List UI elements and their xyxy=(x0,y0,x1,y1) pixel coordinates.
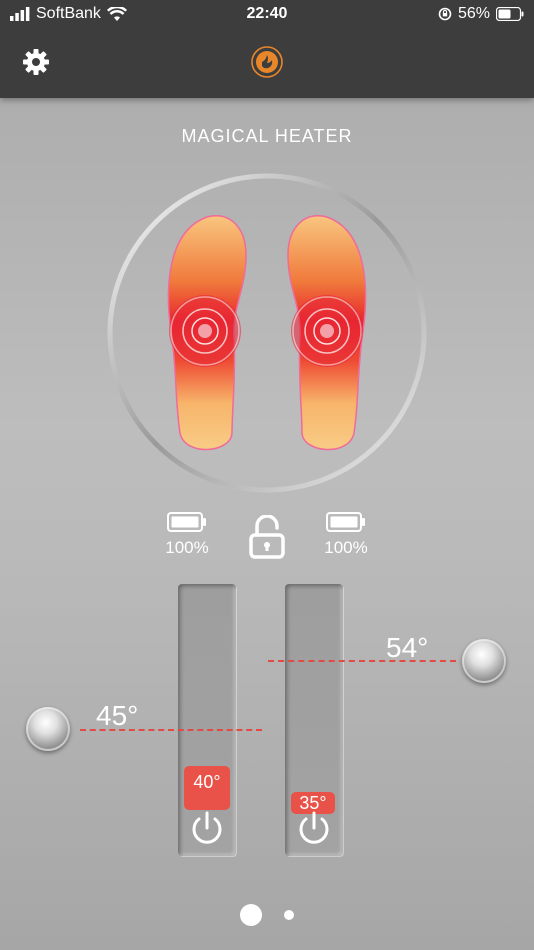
left-temperature-badge[interactable]: 40° xyxy=(184,766,230,810)
status-bar: SoftBank 22:40 56% xyxy=(0,0,534,30)
left-power-icon[interactable] xyxy=(189,810,225,846)
orientation-lock-icon xyxy=(438,7,452,21)
right-threshold-line xyxy=(268,660,456,662)
battery-percent: 56% xyxy=(457,5,490,22)
page-dot-active[interactable] xyxy=(240,904,262,926)
logo-icon xyxy=(251,46,283,78)
left-battery: 100% xyxy=(152,512,222,558)
right-heat-zone xyxy=(291,295,363,367)
battery-icon xyxy=(167,512,206,532)
page-indicator xyxy=(0,904,534,926)
right-battery-level: 100% xyxy=(324,538,368,557)
status-right: 56% xyxy=(438,5,524,23)
right-power-icon[interactable] xyxy=(296,810,332,846)
app-header: SoftBank 22:40 56% xyxy=(0,0,534,98)
right-threshold-knob[interactable] xyxy=(462,639,506,683)
page-dot[interactable] xyxy=(284,910,294,920)
left-threshold-knob[interactable] xyxy=(26,707,70,751)
left-heat-zone xyxy=(169,295,241,367)
left-threshold-line xyxy=(80,729,262,731)
page-title: MAGICAL HEATER xyxy=(181,126,353,146)
left-threshold-label: 45° xyxy=(96,700,139,731)
left-battery-level: 100% xyxy=(165,538,209,557)
status-battery-icon xyxy=(496,7,524,21)
right-battery: 100% xyxy=(311,512,381,558)
battery-icon xyxy=(326,512,365,532)
insoles-display xyxy=(107,173,427,493)
unlock-icon[interactable] xyxy=(249,515,285,559)
settings-gear-icon[interactable] xyxy=(22,48,50,76)
